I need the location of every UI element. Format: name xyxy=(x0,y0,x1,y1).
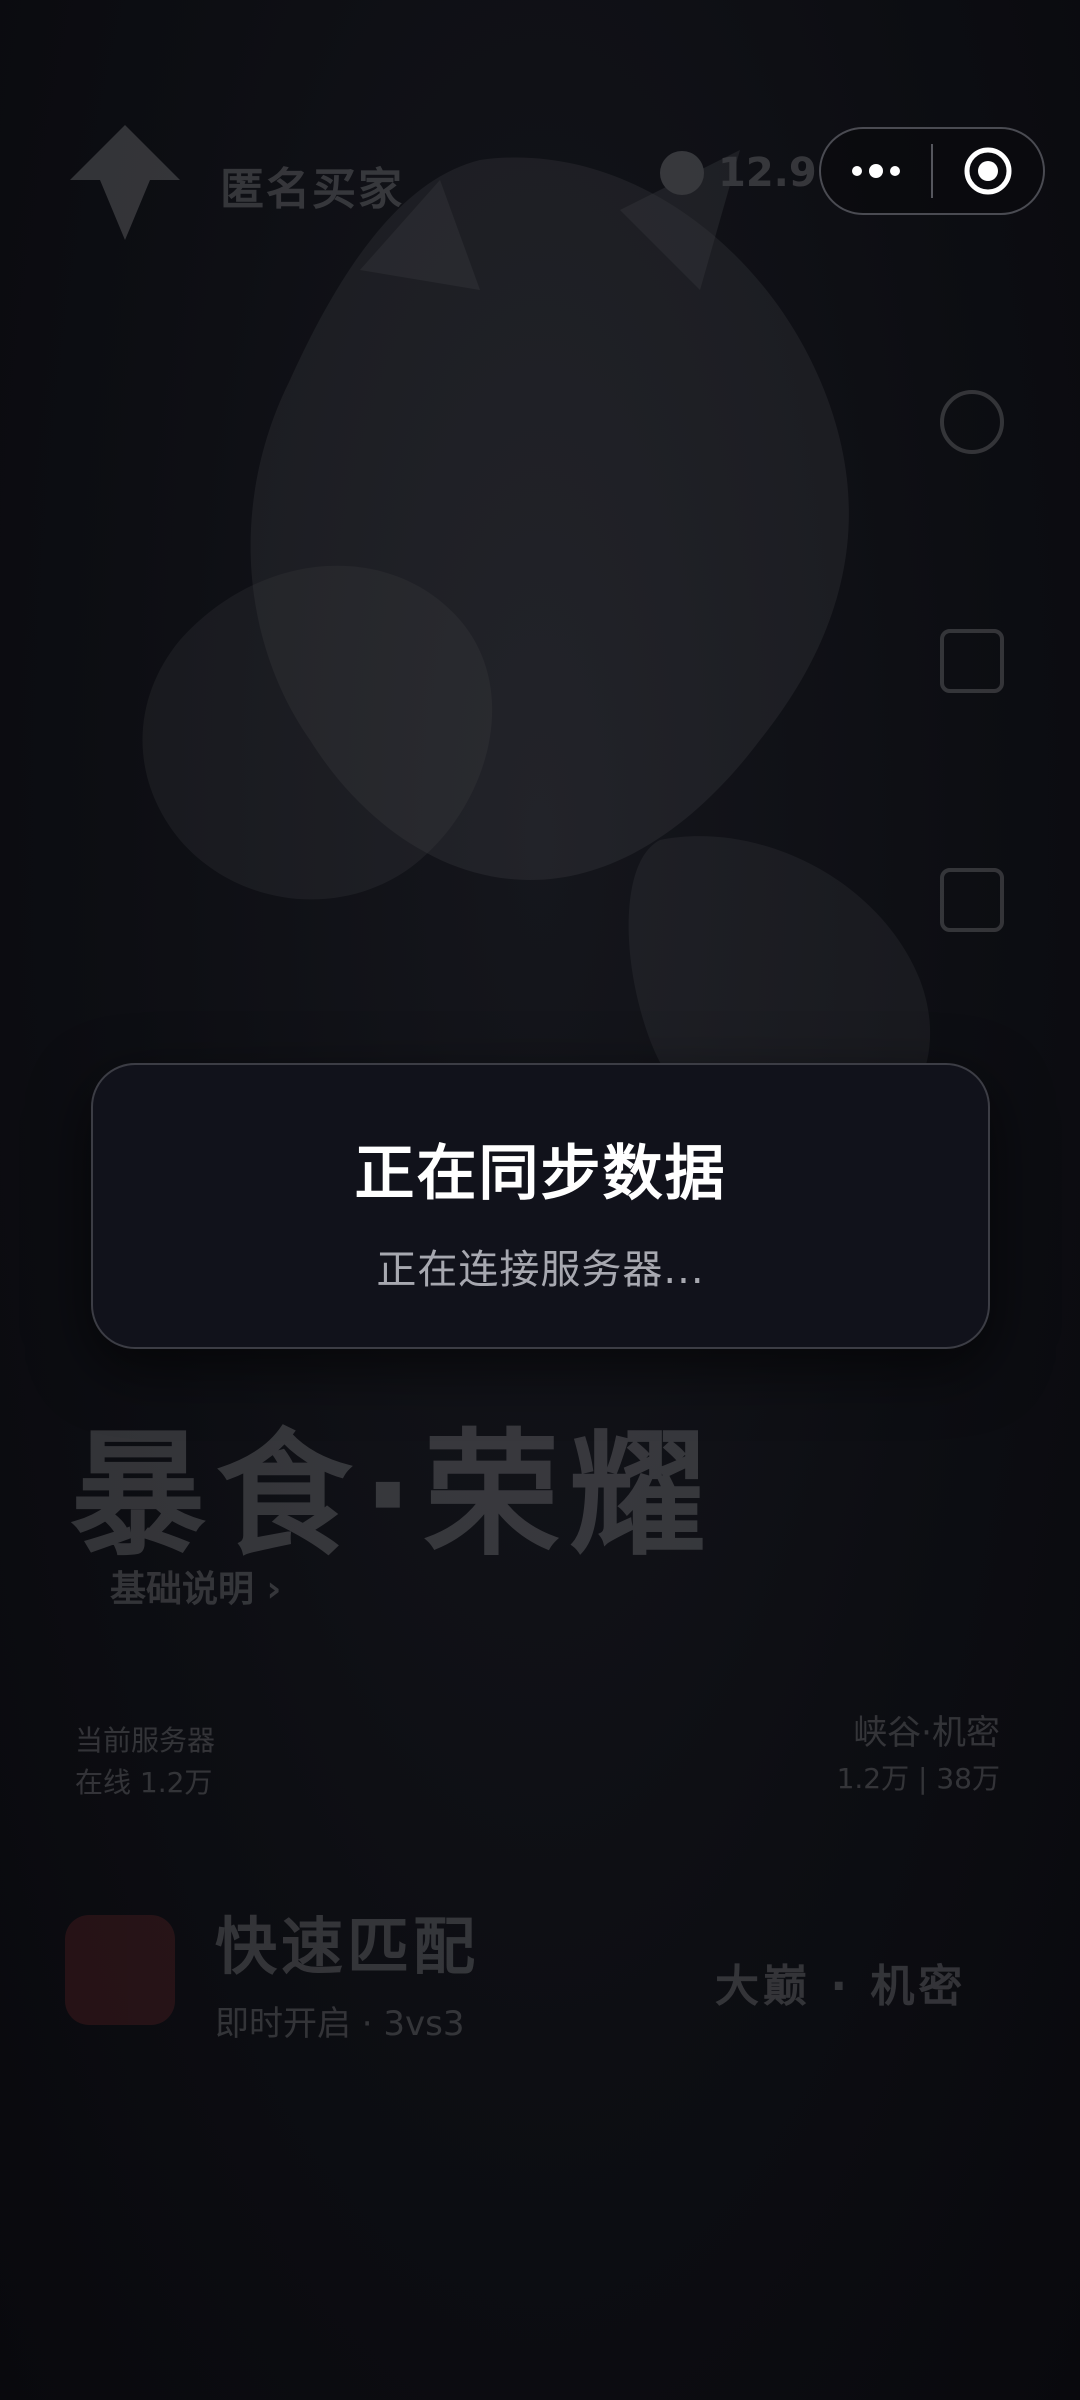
hero-title: 暴食·荣耀 xyxy=(70,1417,716,1575)
dialog-title: 正在同步数据 xyxy=(354,1139,727,1209)
quick-match-mode: 大巅 · 机密 xyxy=(715,1961,967,2012)
quick-match-card[interactable]: 快速匹配 即时开启 · 3vs3 大巅 · 机密 xyxy=(55,1860,1025,2080)
coin-value: 12.9 xyxy=(718,150,817,196)
dialog-subtitle: 正在连接服务器... xyxy=(376,1247,705,1293)
map-name: 峡谷·机密 xyxy=(853,1713,1000,1753)
mail-icon[interactable] xyxy=(940,868,1004,932)
bag-icon[interactable] xyxy=(940,629,1004,693)
coin-balance[interactable]: 12.9 xyxy=(660,150,817,196)
more-button[interactable] xyxy=(821,129,931,213)
side-toolbar xyxy=(940,390,1004,932)
map-info: 峡谷·机密 1.2万 | 38万 xyxy=(837,1710,1000,1802)
sync-loading-dialog: 正在同步数据 正在连接服务器... xyxy=(91,1063,990,1349)
app-header: 匿名买家 xyxy=(60,110,404,260)
more-dots-icon xyxy=(852,164,900,178)
app-name: 匿名买家 xyxy=(220,164,404,215)
coin-icon xyxy=(660,151,704,195)
app-logo xyxy=(70,125,180,240)
quick-match-icon xyxy=(65,1915,175,2025)
server-info: 当前服务器 在线 1.2万 xyxy=(75,1720,215,1804)
character-artwork xyxy=(142,150,931,1155)
target-circle-icon xyxy=(964,147,1012,195)
quick-match-subtitle: 即时开启 · 3vs3 xyxy=(215,2003,465,2044)
app-screen: 匿名买家 12.9 暴食·荣耀 基础说明 › 当前服务器 在线 1.2万 峡谷·… xyxy=(0,0,1080,2400)
quick-match-title: 快速匹配 xyxy=(215,1909,480,1983)
close-button[interactable] xyxy=(933,129,1043,213)
miniprogram-capsule xyxy=(819,127,1045,215)
settings-icon[interactable] xyxy=(940,390,1004,454)
server-label: 当前服务器 xyxy=(75,1724,216,1757)
map-stats: 1.2万 | 38万 xyxy=(836,1762,1000,1795)
server-online: 在线 1.2万 xyxy=(75,1766,213,1799)
quick-match-text: 快速匹配 即时开启 · 3vs3 xyxy=(215,1896,479,2045)
hero-info-link[interactable]: 基础说明 › xyxy=(110,1560,281,1612)
